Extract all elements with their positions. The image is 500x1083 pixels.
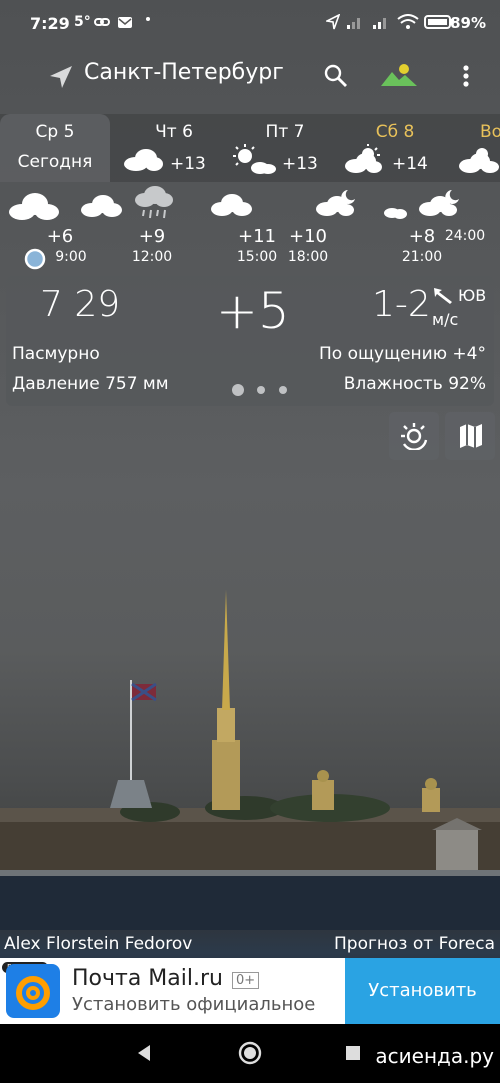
- map-button[interactable]: [445, 412, 495, 460]
- home-icon[interactable]: [238, 1041, 262, 1065]
- day-temp: +14: [392, 154, 428, 174]
- signal-icon: [347, 18, 360, 29]
- day-name: Сб 8: [375, 122, 415, 142]
- wind-direction-icon: [434, 288, 452, 304]
- cloud-icon: [9, 193, 59, 220]
- hour-slot: +10 18:00: [273, 226, 343, 265]
- status-temp: 5°: [74, 14, 91, 30]
- city-background-image: [0, 590, 500, 930]
- hour-time: 18:00: [287, 249, 329, 265]
- city-name[interactable]: Санкт-Петербург: [84, 60, 284, 85]
- cloud-icon: [124, 149, 163, 171]
- page-indicator: [279, 386, 287, 394]
- hour-temp: +6: [46, 226, 74, 247]
- location-icon: [326, 14, 340, 30]
- hour-time: 9:00: [55, 249, 87, 265]
- photo-author[interactable]: Alex Florstein Fedorov: [4, 934, 192, 954]
- day-name: Пт 7: [265, 122, 305, 142]
- recents-icon[interactable]: [345, 1045, 361, 1061]
- sun-cloud-icon: [233, 144, 276, 174]
- hour-slot: +9 12:00: [117, 226, 187, 265]
- tab-day-sat[interactable]: Сб 8 +14: [340, 114, 450, 182]
- moon-cloud-icon: [316, 190, 355, 216]
- day-temp: +13: [170, 154, 206, 174]
- day-name: Во: [480, 122, 500, 142]
- hour-slot: +6 9:00: [25, 226, 95, 265]
- landscape-icon[interactable]: [380, 62, 418, 88]
- navigation-bar: асиенда.ру: [0, 1024, 500, 1083]
- install-button[interactable]: Установить: [345, 958, 500, 1024]
- back-icon[interactable]: [136, 1044, 152, 1062]
- day-name: Ср 5: [35, 122, 75, 142]
- condition-text: Пасмурно: [12, 344, 100, 364]
- page-indicator-active: [232, 384, 244, 396]
- signal-2-icon: [373, 18, 386, 29]
- wifi-icon: [397, 14, 419, 29]
- ad-age-rating: 0+: [232, 972, 260, 989]
- cloud-icon: [211, 194, 252, 216]
- status-time: 7:29: [30, 14, 70, 33]
- moon-cloud-icon: [376, 188, 407, 219]
- mail-app-icon: [6, 964, 60, 1018]
- hour-time: 21:00: [401, 249, 443, 265]
- current-temp: +5: [216, 282, 290, 340]
- cloud-icon: [81, 195, 122, 217]
- sun-radar-icon: [401, 423, 428, 450]
- dot-icon: [146, 17, 150, 21]
- hour-temp: +10: [289, 226, 327, 247]
- mail-icon: [118, 17, 132, 28]
- tab-day-today[interactable]: Ср 5 Сегодня: [0, 114, 110, 182]
- current-time: 7 29: [40, 284, 121, 325]
- tab-day-thu[interactable]: Чт 6 +13: [118, 114, 230, 182]
- watermark: асиенда.ру: [375, 1044, 494, 1068]
- humidity: Влажность 92%: [343, 374, 486, 394]
- day-sub: Сегодня: [17, 152, 93, 172]
- feels-like: По ощущению +4°: [319, 344, 486, 364]
- day-tabs: Ср 5 Сегодня Чт 6 +13 Пт 7 +13 Сб 8 +14 …: [0, 114, 500, 182]
- wind-direction: ЮВ: [458, 286, 487, 305]
- current-conditions-panel[interactable]: 7 29 +5 1-2 ЮВ м/с Пасмурно По ощущению …: [6, 276, 494, 406]
- wind-unit: м/с: [432, 310, 459, 329]
- search-icon[interactable]: [324, 64, 348, 88]
- rain-cloud-icon: [135, 186, 173, 219]
- wind-speed: 1-2: [372, 284, 431, 325]
- ad-subtitle: Установить официальное: [72, 994, 316, 1015]
- more-vert-icon[interactable]: [462, 64, 470, 90]
- status-bar: 7:29 5° 89%: [0, 0, 500, 44]
- sun-behind-cloud-icon: [459, 148, 499, 173]
- ad-title: Почта Mail.ru: [72, 966, 223, 991]
- moon-cloud-icon: [419, 190, 459, 216]
- day-temp: +13: [282, 154, 318, 174]
- tab-day-fri[interactable]: Пт 7 +13: [230, 114, 340, 182]
- hourly-forecast[interactable]: +6 9:00 +9 12:00 +11 15:00 +10 18:00 +8 …: [0, 182, 500, 270]
- navigation-arrow-icon[interactable]: [48, 64, 74, 90]
- ad-banner[interactable]: Реклама Почта Mail.ru 0+ Установить офиц…: [0, 958, 500, 1024]
- app-header: Санкт-Петербург: [0, 50, 500, 102]
- map-icon: [460, 424, 482, 448]
- day-name: Чт 6: [155, 122, 193, 142]
- hour-time: 12:00: [131, 249, 173, 265]
- pressure: Давление 757 мм: [12, 374, 169, 394]
- forecast-provider[interactable]: Прогноз от Foreca: [334, 934, 495, 954]
- hour-time: 24:00: [444, 228, 486, 244]
- hour-slot: 24:00: [430, 226, 500, 244]
- page-indicator: [257, 386, 265, 394]
- hour-temp: +9: [138, 226, 166, 247]
- battery-percent: 89%: [450, 14, 486, 32]
- link-icon: [94, 18, 110, 26]
- sun-behind-cloud-icon: [345, 144, 382, 173]
- radar-button[interactable]: [389, 412, 439, 460]
- photo-credits: Alex Florstein Fedorov Прогноз от Foreca: [0, 930, 500, 958]
- tab-day-sun[interactable]: Во: [454, 114, 500, 182]
